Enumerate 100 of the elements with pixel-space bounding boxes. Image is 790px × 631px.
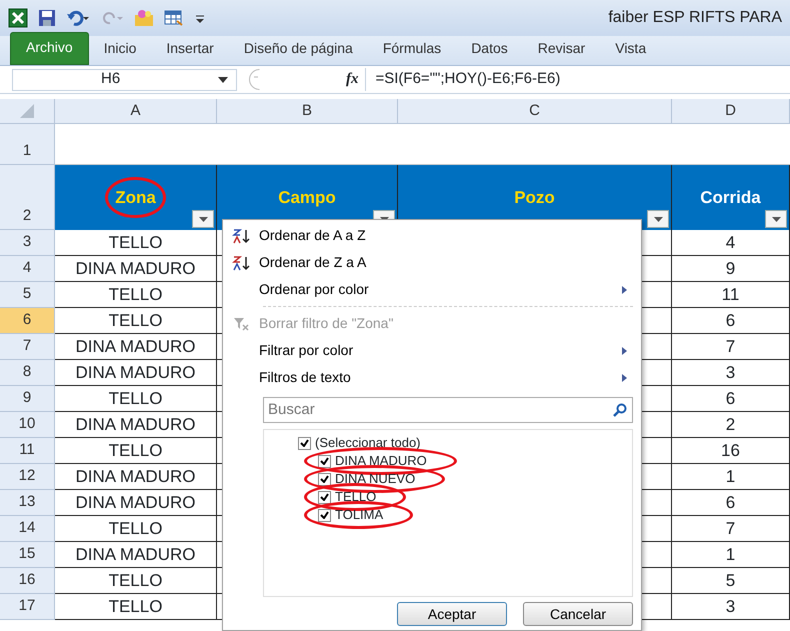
column-header[interactable]: A xyxy=(55,99,217,124)
column-title: Campo xyxy=(277,186,337,209)
ribbon-tab[interactable]: Revisar xyxy=(522,34,600,65)
table-cell: DINA MADURO xyxy=(55,412,217,438)
table-cell: TELLO xyxy=(55,438,217,464)
dropdown-arrow-icon xyxy=(654,216,662,222)
row-header[interactable]: 5 xyxy=(0,282,55,308)
row-header[interactable]: 12 xyxy=(0,464,55,490)
table-cell: 1 xyxy=(672,542,790,568)
table-icon[interactable] xyxy=(164,9,184,27)
table-cell: TELLO xyxy=(55,308,217,334)
submenu-arrow-icon xyxy=(622,374,627,382)
row-header[interactable]: 4 xyxy=(0,256,55,282)
checkbox[interactable] xyxy=(298,436,311,450)
checkmark-icon xyxy=(320,457,329,465)
table-cell: TELLO xyxy=(55,516,217,542)
row-header[interactable]: 7 xyxy=(0,334,55,360)
table-cell: 6 xyxy=(672,308,790,334)
table-cell: 2 xyxy=(672,412,790,438)
table-cell: 6 xyxy=(672,386,790,412)
ribbon-tab[interactable]: Fórmulas xyxy=(368,34,456,65)
filter-button[interactable] xyxy=(647,210,669,228)
row-header[interactable]: 9 xyxy=(0,386,55,412)
table-cell: 3 xyxy=(672,360,790,386)
checkbox[interactable] xyxy=(318,472,331,486)
row-header[interactable]: 13 xyxy=(0,490,55,516)
table-cell: 7 xyxy=(672,516,790,542)
table-cell: 11 xyxy=(672,282,790,308)
checkbox[interactable] xyxy=(318,490,331,504)
ribbon-tab[interactable]: Inicio xyxy=(88,34,152,65)
table-cell: DINA MADURO xyxy=(55,334,217,360)
table-cell: DINA MADURO xyxy=(55,490,217,516)
row-header[interactable]: 1 xyxy=(0,124,55,165)
column-header[interactable]: D xyxy=(672,99,790,124)
menu-item[interactable]: Ordenar de A a Z xyxy=(223,222,633,249)
menu-item[interactable]: Filtros de texto xyxy=(223,364,633,391)
table-cell: TELLO xyxy=(55,568,217,594)
table-cell: TELLO xyxy=(55,386,217,412)
table-cell: DINA MADURO xyxy=(55,464,217,490)
ribbon-tab[interactable]: Insertar xyxy=(151,34,229,65)
formula-bar-divider-icon xyxy=(249,69,260,90)
dropdown-arrow-icon[interactable] xyxy=(218,76,228,82)
checkbox-label: TELLO xyxy=(335,488,376,506)
row-header[interactable]: 6 xyxy=(0,308,55,334)
table-cell: TELLO xyxy=(55,282,217,308)
window-title: faiber ESP RIFTS PARA xyxy=(608,8,782,28)
checkbox-label: TOLIMA xyxy=(335,506,384,524)
ribbon-tab[interactable]: Diseño de página xyxy=(228,34,368,65)
column-header[interactable]: B xyxy=(217,99,398,124)
dialog-button[interactable]: Cancelar xyxy=(523,602,633,626)
ribbon-tab[interactable]: Archivo xyxy=(10,32,89,65)
table-cell: 6 xyxy=(672,490,790,516)
save-icon[interactable] xyxy=(38,9,56,27)
column-title: Zona xyxy=(109,182,162,212)
formula-text: =SI(F6="";HOY()-E6;F6-E6) xyxy=(374,69,560,90)
row-header[interactable]: 17 xyxy=(0,594,55,620)
row-header[interactable]: 8 xyxy=(0,360,55,386)
insert-function-button[interactable]: fx xyxy=(340,68,366,91)
table-cell: 9 xyxy=(672,256,790,282)
checkmark-icon xyxy=(320,511,329,519)
checkmark-icon xyxy=(300,439,309,447)
checkmark-icon xyxy=(320,493,329,501)
sort-descending-icon xyxy=(232,254,250,270)
table-cell: 16 xyxy=(672,438,790,464)
table-cell: 3 xyxy=(672,594,790,620)
search-field[interactable]: Buscar xyxy=(263,397,633,423)
dialog-button[interactable]: Aceptar xyxy=(397,602,507,626)
row-header[interactable]: 14 xyxy=(0,516,55,542)
checkbox-label: DINA NUEVO xyxy=(335,470,416,488)
sort-ascending-icon xyxy=(232,228,250,244)
checkbox-label: (Seleccionar todo) xyxy=(315,434,420,452)
menu-item[interactable]: Ordenar por color xyxy=(223,276,633,303)
spreadsheet-app-icon xyxy=(8,8,28,28)
table-cell: DINA MADURO xyxy=(55,360,217,386)
column-header[interactable]: C xyxy=(398,99,672,124)
ribbon-tab[interactable]: Vista xyxy=(600,34,662,65)
table-cell: 5 xyxy=(672,568,790,594)
table-cell: 1 xyxy=(672,464,790,490)
submenu-arrow-icon xyxy=(622,286,627,294)
filter-button[interactable] xyxy=(192,210,214,228)
row-header[interactable]: 11 xyxy=(0,438,55,464)
name-box[interactable]: H6 xyxy=(12,68,237,90)
table-cell: TELLO xyxy=(55,230,217,256)
row-header[interactable]: 2 xyxy=(0,165,55,230)
dropdown-arrow-icon xyxy=(198,216,208,222)
row-header[interactable]: 3 xyxy=(0,230,55,256)
undo-icon[interactable] xyxy=(66,9,90,27)
ribbon-tab[interactable]: Datos xyxy=(456,34,523,65)
corner-triangle-icon xyxy=(20,104,34,118)
row-header[interactable]: 16 xyxy=(0,568,55,594)
table-cell: TELLO xyxy=(55,594,217,620)
row-header[interactable]: 15 xyxy=(0,542,55,568)
menu-item[interactable]: Ordenar de Z a A xyxy=(223,249,633,276)
checkbox-label: DINA MADURO xyxy=(335,452,427,470)
menu-item[interactable]: Filtrar por color xyxy=(223,337,633,364)
filter-button[interactable] xyxy=(765,210,787,228)
table-cell: DINA MADURO xyxy=(55,256,217,282)
checkbox[interactable] xyxy=(318,508,331,522)
checkbox[interactable] xyxy=(318,454,331,468)
row-header[interactable]: 10 xyxy=(0,412,55,438)
